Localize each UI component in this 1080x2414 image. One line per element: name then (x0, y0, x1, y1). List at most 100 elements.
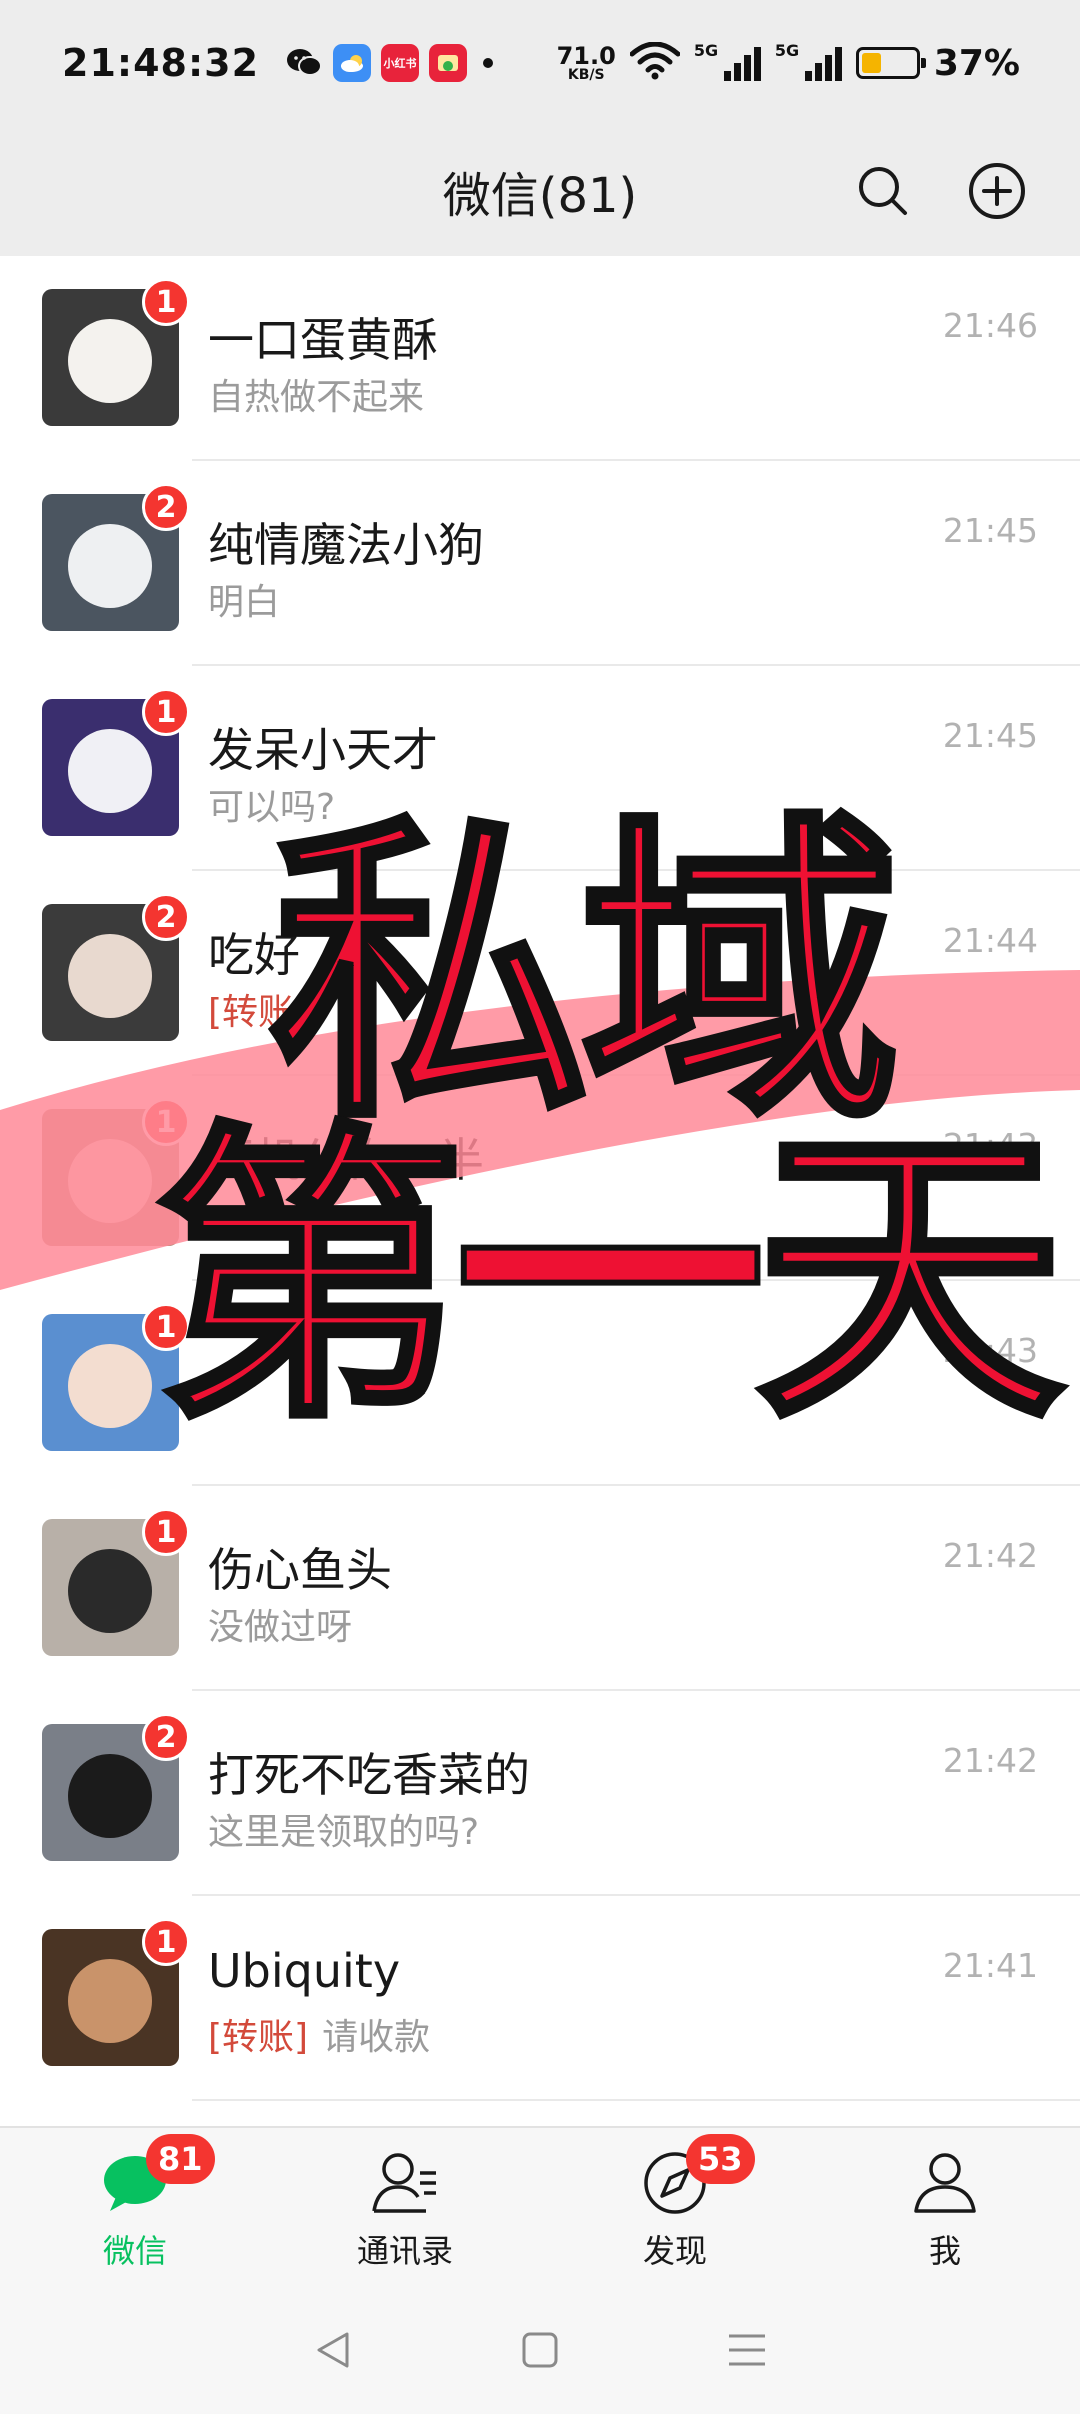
chat-row[interactable]: 1 发呆小天才可以吗? 21:45 (0, 666, 1080, 871)
shop-icon (429, 44, 468, 82)
chat-row[interactable]: 2 吃好 [转账] 21:44 (0, 871, 1080, 1076)
avatar-face (68, 319, 152, 403)
tab-badge: 81 (146, 2134, 215, 2184)
unread-badge: 1 (142, 1303, 190, 1351)
wechat-screen: 21:48:32 小红书 71.0 KB/S 5G 5G 37% 微信(81) … (0, 0, 1080, 2414)
chat-time: 21:41 (942, 1946, 1038, 1985)
net-speed-unit: KB/S (567, 67, 605, 83)
chat-preview: [转账] (208, 983, 308, 1035)
chat-time: 21:43 (942, 1126, 1038, 1165)
preview-text: 这里是领取的吗? (208, 1812, 480, 1853)
unread-badge: 2 (142, 483, 190, 531)
notification-dot (483, 58, 494, 68)
plus-circle-icon[interactable] (964, 158, 1030, 224)
title-bar: 微信(81) (0, 126, 1080, 256)
chat-row[interactable]: 2 打死不吃香菜的这里是领取的吗? 21:42 (0, 1691, 1080, 1896)
chat-preview: 这里是领取的吗? (208, 1803, 479, 1855)
preview-tag: [转账] (208, 2017, 309, 2058)
unread-badge: 1 (142, 278, 190, 326)
battery-icon (855, 47, 926, 79)
chat-preview: 可以吗? (208, 778, 335, 830)
status-right: 71.0 KB/S 5G 5G 37% (557, 41, 1020, 84)
back-triangle-icon[interactable] (303, 2320, 363, 2380)
chat-time: 21:46 (942, 306, 1038, 345)
avatar-face (68, 1959, 152, 2043)
chat-time: 21:45 (942, 511, 1038, 550)
chat-name: 一口蛋黄酥 (208, 313, 438, 367)
chat-preview: [转账] 请收款 (208, 2008, 430, 2060)
avatar-face (68, 1754, 152, 1838)
preview-text: 请收款 (322, 2017, 431, 2058)
row-divider (192, 2099, 1080, 2101)
chat-name: 伤心鱼头 (208, 1543, 392, 1597)
chat-name: Ubiquity (208, 1944, 401, 1998)
preview-text: 可以吗? (208, 787, 336, 828)
status-app-icons: 小红书 (285, 44, 468, 82)
chat-time: 21:42 (942, 1741, 1038, 1780)
tab-badge: 53 (686, 2134, 755, 2184)
tab-contacts[interactable]: 通讯录 (270, 2128, 540, 2286)
signal-5g-icon: 5G (694, 41, 761, 81)
chat-preview: 没做过呀 (208, 1598, 352, 1650)
home-square-icon[interactable] (510, 2320, 570, 2380)
chat-row[interactable]: 2 纯情魔法小狗 明白 21:45 (0, 461, 1080, 666)
wifi-icon (629, 41, 681, 84)
person-icon (910, 2148, 980, 2218)
chat-row[interactable]: 1 伤心鱼头没做过呀 21:42 (0, 1486, 1080, 1691)
avatar-face (68, 729, 152, 813)
chat-name: 吃好 (208, 928, 300, 982)
weather-icon (333, 44, 372, 82)
status-bar: 21:48:32 小红书 71.0 KB/S 5G 5G 37% (0, 0, 1080, 126)
unread-badge: 1 (142, 1918, 190, 1966)
tab-chats[interactable]: 81 微信 (0, 2128, 270, 2286)
status-time: 21:48:32 (62, 41, 260, 85)
preview-tag: [转账] (208, 992, 309, 1033)
chat-preview: 明白 (208, 573, 280, 625)
unread-badge: 2 (142, 1713, 190, 1761)
preview-text: 没做过呀 (208, 1607, 353, 1648)
tab-label: 我 (928, 2232, 961, 2270)
unread-badge: 2 (142, 893, 190, 941)
signal-5g-icon: 5G (775, 41, 842, 81)
unread-badge: 1 (142, 688, 190, 736)
chat-row[interactable]: 1 21:43 (0, 1281, 1080, 1486)
chat-preview: 自热做不起来 (208, 368, 424, 420)
contacts-icon (370, 2148, 440, 2218)
chat-time: 21:45 (942, 716, 1038, 755)
net-speed-value: 71.0 (556, 42, 616, 70)
battery-percent: 37% (933, 42, 1020, 84)
search-icon[interactable] (850, 158, 916, 224)
avatar-face (68, 934, 152, 1018)
avatar-face (68, 1139, 152, 1223)
unread-badge: 1 (142, 1098, 190, 1146)
tab-bar: 81 微信 通讯录 53 发现 我 (0, 2126, 1080, 2286)
preview-text: 自热做不起来 (208, 377, 425, 418)
wechat-icon (285, 44, 323, 82)
tab-discover[interactable]: 53 发现 (540, 2128, 810, 2286)
system-nav-bar (0, 2286, 1080, 2414)
signal-1-label: 5G (693, 41, 719, 60)
chat-time: 21:43 (942, 1331, 1038, 1370)
menu-lines-icon[interactable] (717, 2320, 777, 2380)
battery-level (861, 53, 882, 73)
tab-label: 通讯录 (356, 2232, 453, 2270)
tab-label: 发现 (642, 2232, 707, 2270)
tab-me[interactable]: 我 (810, 2128, 1080, 2286)
chat-list: 1 一口蛋黄酥自热做不起来 21:46 2 纯情魔法小狗 明白 21:45 1 发呆小天才可以吗… (0, 256, 1080, 2101)
chat-name: 发呆小天才 (208, 723, 438, 777)
chat-time: 21:42 (942, 1536, 1038, 1575)
signal-2-label: 5G (774, 41, 800, 60)
chat-row[interactable]: 1 耳机分你一半 21:43 (0, 1076, 1080, 1281)
chat-time: 21:44 (942, 921, 1038, 960)
net-speed: 71.0 KB/S (557, 44, 616, 82)
tab-label: 微信 (102, 2232, 167, 2270)
chat-name: 耳机分你一半 (208, 1133, 484, 1187)
xiaohongshu-icon: 小红书 (381, 44, 420, 82)
chat-row[interactable]: 1 Ubiquity [转账] 请收款 21:41 (0, 1896, 1080, 2101)
chat-name: 打死不吃香菜的 (208, 1748, 530, 1802)
avatar-face (68, 1549, 152, 1633)
avatar-face (68, 524, 152, 608)
chat-name: 纯情魔法小狗 (208, 518, 484, 572)
chat-row[interactable]: 1 一口蛋黄酥自热做不起来 21:46 (0, 256, 1080, 461)
unread-badge: 1 (142, 1508, 190, 1556)
